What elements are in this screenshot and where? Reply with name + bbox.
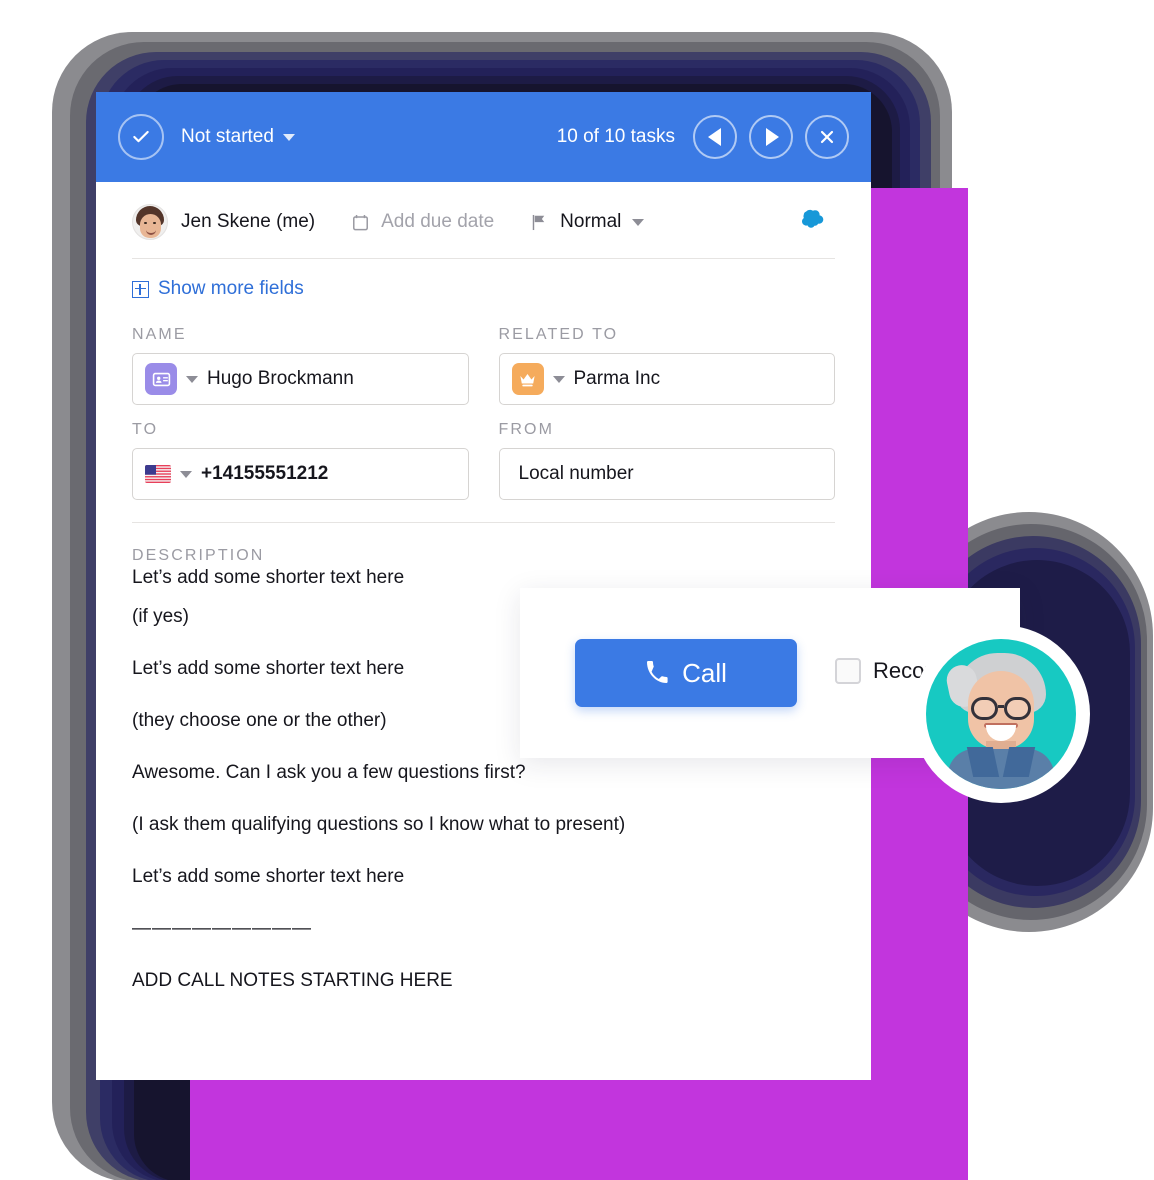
header-nav-buttons bbox=[693, 115, 849, 159]
record-checkbox[interactable] bbox=[835, 658, 861, 684]
salesforce-cloud-icon bbox=[802, 209, 824, 228]
field-to-label: TO bbox=[132, 421, 159, 438]
form-fields: NAME Hugo Brockmann RELATED TO Parma Inc… bbox=[96, 304, 871, 500]
field-name: NAME Hugo Brockmann bbox=[132, 326, 469, 405]
show-more-fields-label: Show more fields bbox=[158, 278, 304, 299]
chevron-down-icon bbox=[552, 375, 565, 383]
field-related-to-label: RELATED TO bbox=[498, 326, 619, 343]
field-related-to-input[interactable]: Parma Inc bbox=[498, 353, 835, 405]
field-related-to-value: Parma Inc bbox=[573, 368, 661, 389]
due-date-placeholder: Add due date bbox=[381, 211, 495, 232]
description-line: (I ask them qualifying questions so I kn… bbox=[132, 814, 626, 835]
task-meta-row: Jen Skene (me) Add due date Normal bbox=[96, 182, 871, 258]
calendar-icon bbox=[353, 214, 369, 230]
field-name-input[interactable]: Hugo Brockmann bbox=[132, 353, 469, 405]
avatar-photo bbox=[926, 639, 1076, 789]
priority-label: Normal bbox=[560, 211, 622, 232]
call-button[interactable]: Call bbox=[575, 639, 797, 707]
avatar bbox=[132, 204, 168, 240]
us-flag-icon bbox=[145, 465, 171, 483]
chevron-down-icon bbox=[180, 470, 192, 478]
form-row-to-from: TO +14155551212 FROM Local number bbox=[132, 421, 835, 500]
status-dropdown[interactable]: Not started bbox=[181, 126, 295, 148]
field-from-input[interactable]: Local number bbox=[498, 448, 835, 500]
priority-field[interactable]: Normal bbox=[530, 211, 645, 233]
decor-purple-rect-bottom bbox=[190, 1076, 968, 1180]
contact-card-icon bbox=[145, 363, 177, 395]
screenshot-stage: Not started 10 of 10 tasks Jen Skene (me… bbox=[0, 0, 1154, 1180]
field-name-label: NAME bbox=[132, 326, 187, 343]
field-from-label: FROM bbox=[498, 421, 555, 438]
task-card: Not started 10 of 10 tasks Jen Skene (me… bbox=[96, 92, 871, 1080]
status-label: Not started bbox=[181, 126, 274, 147]
field-from-value: Local number bbox=[518, 463, 634, 484]
description-line: Let’s add some shorter text here bbox=[132, 866, 405, 887]
chevron-down-icon bbox=[632, 218, 645, 226]
field-to-value: +14155551212 bbox=[201, 463, 329, 484]
form-row-name-related: NAME Hugo Brockmann RELATED TO Parma Inc bbox=[132, 326, 835, 405]
card-header: Not started 10 of 10 tasks bbox=[96, 92, 871, 182]
check-circle-icon[interactable] bbox=[118, 114, 164, 160]
phone-icon bbox=[647, 661, 668, 683]
field-to-input[interactable]: +14155551212 bbox=[132, 448, 469, 500]
assignee-label[interactable]: Jen Skene (me) bbox=[181, 211, 315, 233]
chevron-down-icon bbox=[282, 133, 295, 141]
task-count-label: 10 of 10 tasks bbox=[556, 126, 675, 147]
field-from: FROM Local number bbox=[498, 421, 835, 500]
close-icon[interactable] bbox=[805, 115, 849, 159]
person-avatar bbox=[912, 625, 1090, 803]
due-date-field[interactable]: Add due date bbox=[351, 211, 494, 233]
description-line: ADD CALL NOTES STARTING HERE bbox=[132, 970, 453, 991]
field-related-to: RELATED TO Parma Inc bbox=[498, 326, 835, 405]
next-arrow-icon[interactable] bbox=[749, 115, 793, 159]
field-to: TO +14155551212 bbox=[132, 421, 469, 500]
call-button-label: Call bbox=[682, 657, 727, 688]
field-name-value: Hugo Brockmann bbox=[207, 368, 354, 389]
description-line: ————————— bbox=[132, 918, 312, 939]
flag-icon bbox=[532, 214, 545, 230]
description-label: DESCRIPTION bbox=[132, 547, 265, 564]
previous-arrow-icon[interactable] bbox=[693, 115, 737, 159]
chevron-down-icon bbox=[186, 375, 198, 383]
crown-icon bbox=[511, 363, 544, 395]
show-more-fields-link[interactable]: Show more fields bbox=[96, 259, 871, 304]
plus-box-icon bbox=[132, 280, 149, 298]
